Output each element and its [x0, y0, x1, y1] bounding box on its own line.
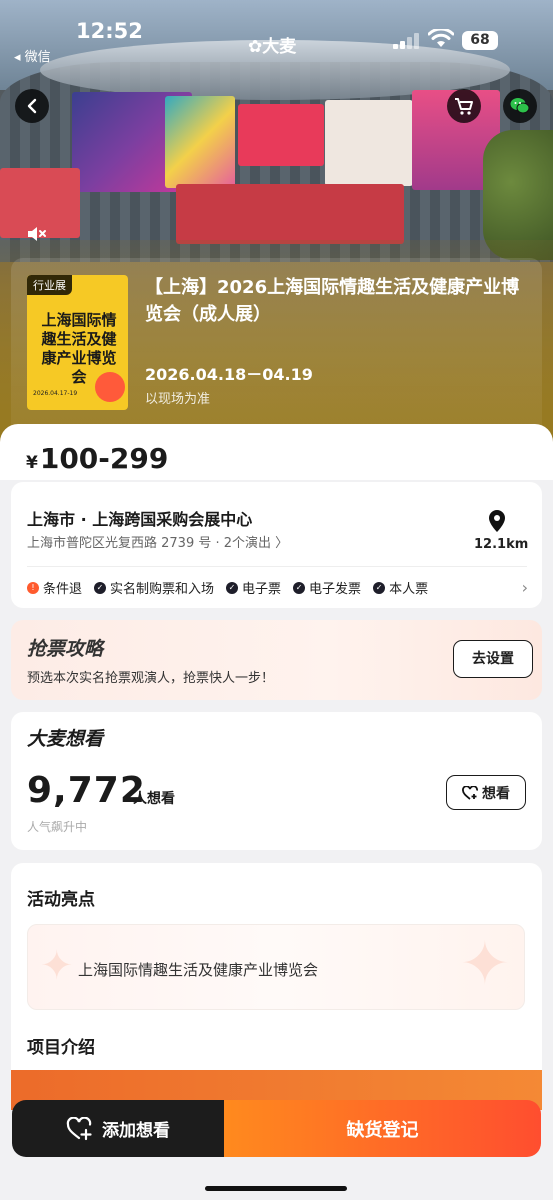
highlight-text: 上海国际情趣生活及健康产业博览会 [78, 961, 319, 979]
chevron-left-icon [27, 98, 37, 114]
cover-date-text: 2026.04.17-19 [33, 390, 78, 397]
go-settings-button[interactable]: 去设置 [453, 640, 533, 678]
venue-card[interactable]: 上海市 · 上海跨国采购会展中心 上海市普陀区光复西路 2739 号 · 2个演… [11, 482, 542, 608]
location-pin-icon[interactable] [486, 509, 508, 533]
tag-label: 实名制购票和入场 [110, 582, 215, 597]
highlights-title: 活动亮点 [27, 890, 95, 910]
tag-e-invoice: ✓ 电子发票 [293, 578, 361, 597]
check-icon: ✓ [293, 581, 306, 594]
brand-logo: ✿大麦 [248, 37, 297, 57]
hero-poster [325, 100, 413, 186]
price-range: ¥100-299 [26, 442, 168, 475]
tag-real-name: ✓ 实名制购票和入场 [94, 578, 214, 597]
back-to-wechat-link[interactable]: ◂ 微信 [14, 46, 51, 65]
out-of-stock-register-button[interactable]: 缺货登记 [224, 1100, 541, 1157]
event-title: 【上海】2026上海国际情趣生活及健康产业博览会（成人展） [145, 277, 520, 325]
tag-e-ticket: ✓ 电子票 [226, 578, 281, 597]
want-to-see-card: 大麦想看 9,772 人想看 人气飙升中 想看 [11, 712, 542, 850]
want-unit: 人想看 [133, 791, 175, 807]
cover-logo [95, 372, 125, 402]
mute-icon[interactable] [26, 224, 48, 244]
battery-indicator: 68 [462, 31, 498, 50]
hero-poster [238, 104, 324, 166]
wifi-icon [428, 29, 454, 47]
venue-address[interactable]: 上海市普陀区光复西路 2739 号 · 2个演出 〉 [27, 532, 288, 551]
check-icon: ✓ [94, 581, 107, 594]
wechat-share-button[interactable] [503, 89, 537, 123]
bottom-action-bar: 添加想看 缺货登记 [12, 1100, 541, 1157]
want-button[interactable]: 想看 [446, 775, 526, 810]
price-value: 100-299 [39, 442, 169, 475]
wechat-icon [510, 98, 530, 114]
hero-poster [165, 96, 235, 188]
hero-poster [176, 184, 404, 244]
cart-button[interactable] [447, 89, 481, 123]
ticket-strategy-card: 抢票攻略 预选本次实名抢票观演人，抢票快人一步！ 去设置 [11, 620, 542, 700]
strategy-title: 抢票攻略 [27, 638, 104, 660]
add-want-label: 添加想看 [102, 1121, 170, 1141]
want-button-label: 想看 [482, 785, 510, 802]
sparkle-icon: ✦ [459, 929, 510, 999]
highlights-card: 活动亮点 ✦ ✦ 上海国际情趣生活及健康产业博览会 项目介绍 [11, 863, 542, 1083]
signal-icon [393, 33, 421, 49]
chevron-right-icon[interactable]: › [522, 578, 528, 597]
tag-label: 条件退 [43, 582, 83, 597]
status-time: 12:52 [76, 19, 143, 43]
category-badge: 行业展 [27, 275, 72, 295]
heart-plus-icon [66, 1116, 92, 1140]
currency-symbol: ¥ [26, 453, 38, 473]
check-icon: ✓ [373, 581, 386, 594]
tag-label: 本人票 [389, 582, 429, 597]
home-indicator [205, 1186, 347, 1191]
check-icon: ✓ [226, 581, 239, 594]
tag-label: 电子发票 [309, 582, 362, 597]
cart-icon [455, 98, 473, 115]
sparkle-icon: ✦ [40, 943, 74, 989]
tag-conditional-refund: ! 条件退 [27, 578, 82, 597]
warning-icon: ! [27, 581, 39, 594]
event-cover-image[interactable]: 行业展 上海国际情趣生活及健康产业博览会 2026.04.17-19 [27, 275, 128, 410]
event-date: 2026.04.18－04.19 [145, 365, 313, 384]
intro-title: 项目介绍 [27, 1038, 95, 1058]
tag-own-ticket: ✓ 本人票 [373, 578, 428, 597]
venue-name: 上海市 · 上海跨国采购会展中心 [27, 510, 253, 529]
want-subtitle: 人气飙升中 [27, 820, 88, 834]
back-button[interactable] [15, 89, 49, 123]
heart-plus-icon [462, 785, 478, 800]
event-date-note: 以现场为准 [145, 392, 211, 407]
divider [27, 566, 527, 567]
add-want-button[interactable]: 添加想看 [12, 1100, 224, 1157]
venue-distance: 12.1km [474, 537, 529, 552]
service-tags[interactable]: ! 条件退 ✓ 实名制购票和入场 ✓ 电子票 ✓ 电子发票 ✓ 本人票 [27, 578, 428, 597]
highlight-box: ✦ ✦ 上海国际情趣生活及健康产业博览会 [27, 924, 525, 1010]
strategy-desc: 预选本次实名抢票观演人，抢票快人一步！ [27, 671, 275, 686]
want-count: 9,772 [27, 770, 146, 811]
want-title: 大麦想看 [27, 728, 104, 750]
tag-label: 电子票 [242, 582, 282, 597]
